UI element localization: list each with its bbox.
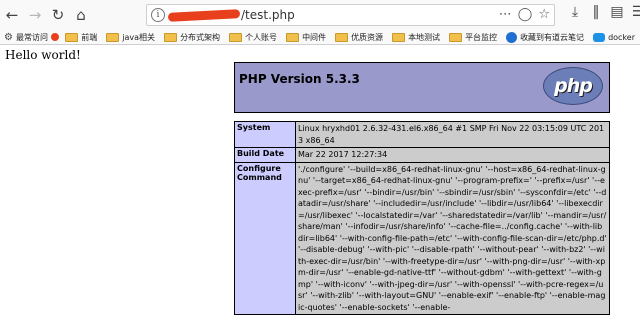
bookmark-docker[interactable]: docker [593, 32, 635, 42]
gear-icon: ⚙ [4, 31, 13, 43]
folder-icon [392, 32, 406, 42]
bookmark-folder-frontend[interactable]: 前端 [65, 32, 97, 43]
hello-text: Hello world! [5, 48, 81, 62]
reload-icon[interactable]: ↻ [47, 4, 69, 26]
page-title: PHP Version 5.3.3 [239, 72, 360, 86]
url-actions: ⋯ ◯ ☆ [499, 7, 550, 22]
youdao-icon [506, 31, 518, 43]
bookmark-folder-local-test[interactable]: 本地测试 [392, 32, 440, 43]
row-key: Build Date [234, 147, 296, 163]
bookmark-label: 优质资源 [351, 32, 384, 42]
bookmarks-toolbar: ⚙ 最常访问 前端 java相关 分布式架构 个人账号 中间件 优质资源 本地测… [0, 30, 640, 45]
bookmark-label: 平台监控 [465, 32, 498, 42]
url-text[interactable]: /test.php [241, 8, 295, 22]
bookmark-label: 中间件 [302, 32, 327, 42]
bookmark-most-visited[interactable]: ⚙ 最常访问 [4, 32, 48, 43]
bookmark-folder-resources[interactable]: 优质资源 [335, 32, 383, 43]
bookmark-youdao[interactable]: 收藏到有道云笔记 [506, 31, 585, 43]
bookmark-label: 最常访问 [15, 32, 48, 42]
url-bar[interactable]: i /test.php ⋯ ◯ ☆ [146, 4, 555, 26]
php-logo-text: php [554, 75, 593, 97]
toolbar-right-icons: ⤓ ‖ ▤ ☰ [568, 4, 640, 20]
folder-icon [335, 32, 349, 42]
bookmark-label: 收藏到有道云笔记 [520, 32, 585, 42]
bookmark-folder-distributed[interactable]: 分布式架构 [164, 32, 220, 43]
more-icon[interactable]: ⋯ [499, 7, 512, 22]
site-info-icon[interactable]: i [151, 8, 165, 22]
sidebar-icon[interactable]: ▤ [610, 4, 624, 20]
back-arrow-icon[interactable]: ← [1, 4, 23, 26]
bookmark-label: 前端 [81, 32, 98, 42]
row-key: System [234, 121, 296, 148]
bookmark-label: docker [608, 32, 635, 42]
folder-icon [65, 32, 79, 42]
folder-icon [286, 32, 300, 42]
folder-icon [106, 32, 120, 42]
folder-icon [164, 32, 178, 42]
table-row: Build Date Mar 22 2017 12:27:34 [234, 147, 610, 163]
row-value: Mar 22 2017 12:27:34 [295, 147, 610, 163]
star-icon[interactable]: ☆ [538, 7, 550, 22]
php-info-table: System Linux hryxhd01 2.6.32-431.el6.x86… [234, 121, 610, 315]
bookmark-folder-middleware[interactable]: 中间件 [286, 32, 326, 43]
bookmark-label: 个人账号 [245, 32, 278, 42]
table-row: System Linux hryxhd01 2.6.32-431.el6.x86… [234, 121, 610, 148]
bookmark-folder-accounts[interactable]: 个人账号 [229, 32, 277, 43]
folder-icon [229, 32, 243, 42]
bookmark-label: 分布式架构 [180, 32, 221, 42]
library-icon[interactable]: ‖ [589, 4, 603, 20]
docker-icon [593, 32, 606, 42]
pocket-icon[interactable]: ◯ [518, 7, 533, 22]
php-version-header: PHP Version 5.3.3 php [234, 62, 610, 113]
bookmark-folder-java[interactable]: java相关 [106, 32, 155, 43]
bookmark-folder-monitoring[interactable]: 平台监控 [449, 32, 497, 43]
menu-icon[interactable]: ☰ [631, 4, 640, 20]
table-row: Configure Command './configure' '--build… [234, 161, 610, 315]
bookmark-label: 本地测试 [408, 32, 441, 42]
folder-icon [449, 32, 463, 42]
row-value: './configure' '--build=x86_64-redhat-lin… [295, 161, 610, 315]
bookmark-redaction [50, 33, 60, 41]
row-value: Linux hryxhd01 2.6.32-431.el6.x86_64 #1 … [295, 121, 610, 148]
browser-toolbar: ← → ↻ ⌂ i /test.php ⋯ ◯ ☆ ⤓ ‖ ▤ ☰ [0, 0, 640, 30]
bookmark-label: java相关 [122, 32, 156, 42]
row-key: Configure Command [234, 161, 296, 315]
forward-arrow-icon[interactable]: → [24, 4, 46, 26]
download-icon[interactable]: ⤓ [568, 4, 582, 20]
home-icon[interactable]: ⌂ [70, 4, 92, 26]
php-logo: php [543, 67, 603, 105]
url-redaction [167, 8, 241, 22]
